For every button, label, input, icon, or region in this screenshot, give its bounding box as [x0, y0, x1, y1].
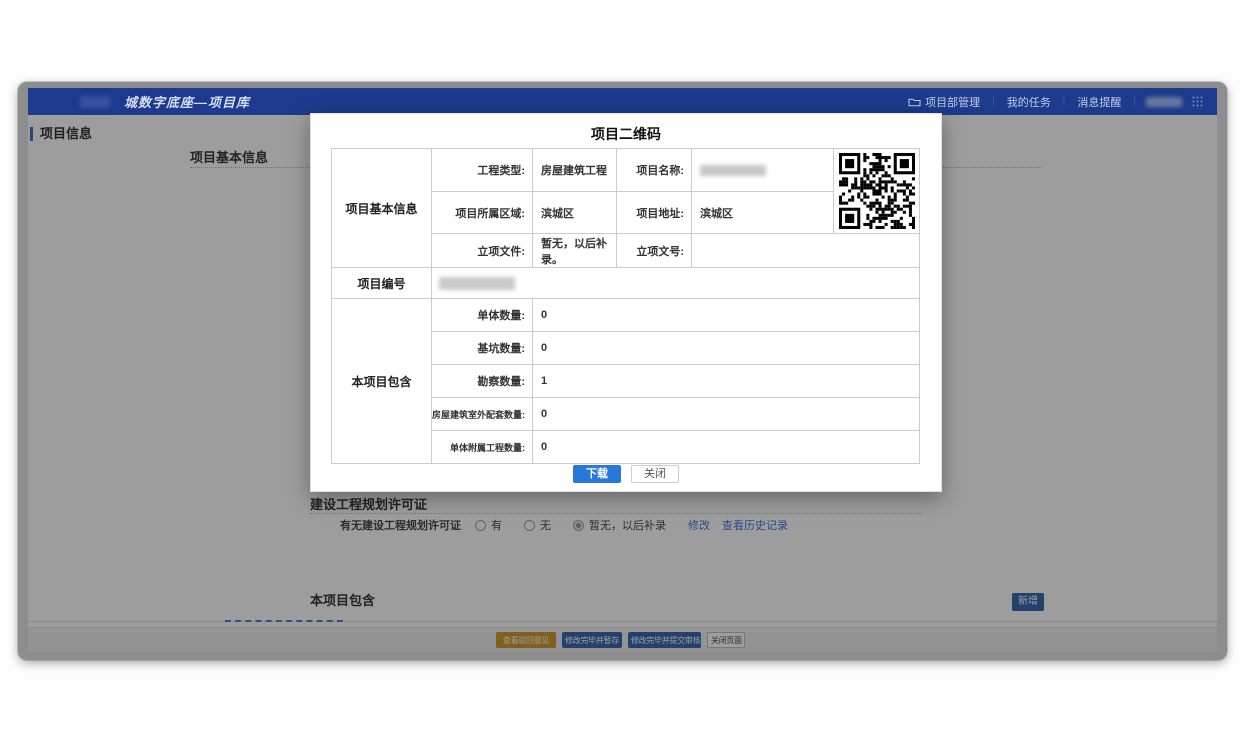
nav-label: 项目部管理: [925, 94, 980, 110]
top-header: 城数字底座—项目库 项目部管理 | 我的任务 | 消息提醒 |: [28, 88, 1217, 115]
header-nav: 项目部管理 | 我的任务 | 消息提醒 |: [896, 94, 1203, 110]
field-value: 滨城区: [692, 192, 834, 234]
field-value: 房屋建筑工程: [533, 149, 617, 192]
nav-message-alert[interactable]: 消息提醒: [1065, 94, 1133, 110]
field-value: 0: [533, 431, 920, 464]
field-label: 勘察数量:: [432, 365, 533, 398]
field-label: 工程类型:: [432, 149, 533, 192]
field-label: 立项文号:: [617, 234, 692, 268]
modal-buttons: 下载 关闭: [311, 465, 941, 483]
field-label: 房屋建筑室外配套数量:: [432, 398, 533, 431]
modal-title: 项目二维码: [311, 114, 941, 144]
project-name-redacted: [692, 149, 834, 192]
field-label: 项目名称:: [617, 149, 692, 192]
qr-code: [839, 153, 915, 229]
group-contains: 本项目包含: [332, 299, 432, 464]
download-button[interactable]: 下载: [573, 465, 621, 483]
field-value: 0: [533, 299, 920, 332]
nav-label: 消息提醒: [1077, 94, 1121, 110]
close-button[interactable]: 关闭: [631, 465, 679, 483]
field-label: 单体数量:: [432, 299, 533, 332]
field-value: 1: [533, 365, 920, 398]
project-no-redacted: [432, 268, 920, 299]
nav-project-dept[interactable]: 项目部管理: [896, 94, 992, 110]
field-label: 项目所属区域:: [432, 192, 533, 234]
group-basic-info: 项目基本信息: [332, 149, 432, 268]
qr-modal: 项目二维码 项目基本信息 工程类型: 房屋建筑工程 项目名称: 项目所属区域: …: [310, 113, 942, 492]
logo-redacted: [80, 96, 110, 108]
app-title: 城数字底座—项目库: [124, 92, 250, 111]
group-project-no: 项目编号: [332, 268, 432, 299]
nav-separator: |: [1133, 96, 1136, 107]
field-value: 滨城区: [533, 192, 617, 234]
folder-icon: [908, 97, 921, 107]
username-redacted: [1146, 97, 1182, 107]
field-value-empty: [692, 234, 920, 268]
field-value: 0: [533, 398, 920, 431]
field-label: 单体附属工程数量:: [432, 431, 533, 464]
nav-my-tasks[interactable]: 我的任务: [995, 94, 1063, 110]
field-value: 0: [533, 332, 920, 365]
field-value: 暂无，以后补录。: [533, 234, 617, 268]
qr-code-cell: [834, 149, 920, 234]
qr-info-table: 项目基本信息 工程类型: 房屋建筑工程 项目名称: 项目所属区域: 滨城区 项目…: [331, 148, 920, 464]
grid-menu-icon[interactable]: [1192, 96, 1203, 107]
nav-label: 我的任务: [1007, 94, 1051, 110]
field-label: 立项文件:: [432, 234, 533, 268]
field-label: 项目地址:: [617, 192, 692, 234]
field-label: 基坑数量:: [432, 332, 533, 365]
